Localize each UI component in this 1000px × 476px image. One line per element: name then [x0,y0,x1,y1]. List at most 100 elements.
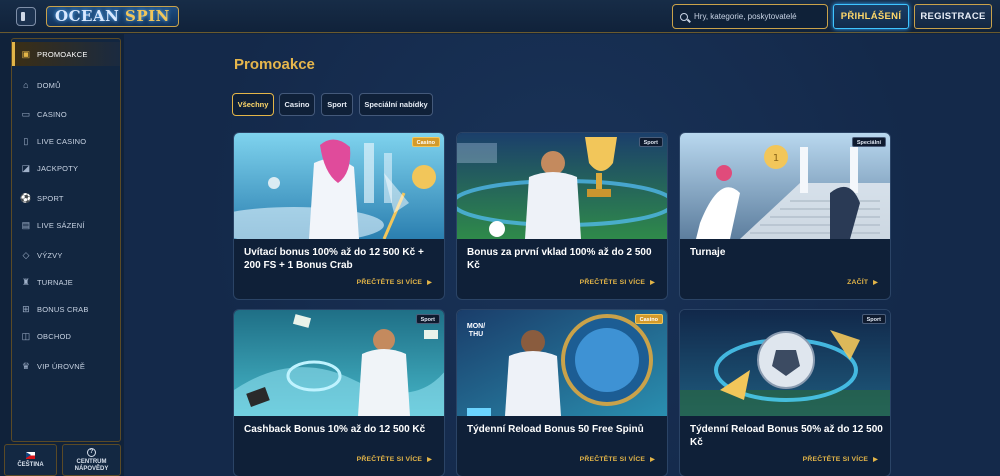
top-bar: OCEAN SPIN PŘIHLÁŠENÍ REGISTRACE [0,0,1000,33]
promo-image: 1 [680,133,890,239]
search-box[interactable] [672,4,828,29]
live-casino-icon: ▯ [23,136,29,146]
read-more-label: PŘEČTĚTE SI VÍCE [579,279,646,286]
promo-image [680,310,890,416]
read-more-link[interactable]: PŘEČTĚTE SI VÍCE ▶ [357,279,432,286]
promo-title: Bonus za první vklad 100% až do 2 500 Kč [467,247,652,271]
promo-image [234,310,444,416]
read-more-label: PŘEČTĚTE SI VÍCE [579,456,646,463]
promo-image [234,133,444,239]
promo-title: Cashback Bonus 10% až do 12 500 Kč [244,424,426,435]
arrow-right-icon: ▶ [650,280,655,286]
help-icon: ? [87,447,96,457]
casino-icon: ▭ [21,109,31,119]
arrow-right-icon: ▶ [427,280,432,286]
sidebar-item-casino[interactable]: ▭ CASINO [12,102,120,126]
read-more-label: PŘEČTĚTE SI VÍCE [356,456,423,463]
start-label: ZAČÍT [847,279,869,286]
mon-thu-badge: MON/ THU [466,323,486,338]
vip-icon: ♛ [21,361,31,371]
sidebar-item-label: DOMŮ [37,80,61,90]
sidebar-item-promoakce[interactable]: ▣ PROMOAKCE [12,42,120,66]
sidebar-item-sport[interactable]: ⚽ SPORT [12,186,120,210]
sidebar-item-label: TURNAJE [37,277,73,287]
sidebar-item-live-sazeni[interactable]: ▤ LIVE SÁZENÍ [12,213,120,237]
promo-image [457,133,667,239]
challenges-icon: ◇ [22,250,30,260]
live-betting-icon: ▤ [21,220,31,230]
help-label-1: CENTRUM [76,458,107,465]
crab-icon: ⊞ [22,304,30,314]
arrow-right-icon: ▶ [873,457,878,463]
help-center-button[interactable]: ? CENTRUM NÁPOVĚDY [62,444,121,476]
sidebar-item-label: SPORT [37,193,64,203]
language-label: ČEŠTINA [17,461,44,468]
sidebar-item-label: VÝZVY [37,250,63,260]
search-input[interactable] [694,12,824,21]
sidebar-item-label: VIP ÚROVNĚ [37,361,86,371]
sidebar-item-turnaje[interactable]: ♜ TURNAJE [12,270,120,294]
logo-text: OCEAN [55,7,120,25]
sidebar-item-label: OBCHOD [37,331,72,341]
promo-card-cashback[interactable]: Sport Cashback Bonus 10% až do 12 500 Kč… [233,309,445,476]
category-tag: Speciální [851,137,886,147]
category-tag: Casino [634,314,663,324]
logo-text-2: SPIN [125,7,170,25]
category-tag: Sport [861,314,886,324]
sidebar-item-label: LIVE SÁZENÍ [37,220,85,230]
promo-title: Týdenní Reload Bonus 50% až do 12 500 Kč [690,424,883,448]
filter-sport[interactable]: Sport [321,93,353,116]
svg-text:1: 1 [773,153,779,164]
promo-title: Týdenní Reload Bonus 50 Free Spinů [467,424,644,435]
login-button[interactable]: PŘIHLÁŠENÍ [833,4,909,29]
register-button[interactable]: REGISTRACE [914,4,992,29]
jackpot-icon: ◪ [21,163,31,173]
sidebar-frame [11,38,121,442]
category-tag: Sport [638,137,663,147]
shop-icon: ◫ [21,331,31,341]
start-link[interactable]: ZAČÍT ▶ [847,279,878,286]
sidebar-item-label: BONUS CRAB [37,304,89,314]
filter-casino[interactable]: Casino [279,93,315,116]
language-selector[interactable]: ČEŠTINA [4,444,57,476]
arrow-right-icon: ▶ [427,457,432,463]
read-more-label: PŘEČTĚTE SI VÍCE [802,456,869,463]
sidebar-item-bonus-crab[interactable]: ⊞ BONUS CRAB [12,297,120,321]
sidebar-item-obchod[interactable]: ◫ OBCHOD [12,324,120,348]
category-tag: Sport [415,314,440,324]
promo-card-weekly-reload-sport[interactable]: Sport Týdenní Reload Bonus 50% až do 12 … [679,309,891,476]
sidebar-item-label: CASINO [37,109,67,119]
category-tag: Casino [411,137,440,147]
read-more-link[interactable]: PŘEČTĚTE SI VÍCE ▶ [580,279,655,286]
filter-special-offers[interactable]: Speciální nabídky [359,93,433,116]
sidebar-item-vip[interactable]: ♛ VIP ÚROVNĚ [12,354,120,378]
home-icon: ⌂ [23,80,29,90]
read-more-link[interactable]: PŘEČTĚTE SI VÍCE ▶ [580,456,655,463]
promo-title: Uvítací bonus 100% až do 12 500 Kč + 200… [244,247,424,271]
filter-all[interactable]: Všechny [232,93,274,116]
page-title: Promoakce [234,56,315,73]
read-more-label: PŘEČTĚTE SI VÍCE [356,279,423,286]
tournament-icon: ♜ [21,277,31,287]
arrow-right-icon: ▶ [873,280,878,286]
logo[interactable]: OCEAN SPIN [46,6,179,27]
promo-title: Turnaje [690,247,726,258]
read-more-link[interactable]: PŘEČTĚTE SI VÍCE ▶ [803,456,878,463]
sidebar-item-vyzvy[interactable]: ◇ VÝZVY [12,243,120,267]
sidebar-item-jackpoty[interactable]: ◪ JACKPOTY [12,156,120,180]
promo-card-first-deposit-bonus[interactable]: Sport Bonus za první vklad 100% až do 2 … [456,132,668,300]
sidebar-item-label: LIVE CASINO [37,136,87,146]
promo-card-welcome-bonus[interactable]: Casino Uvítací bonus 100% až do 12 500 K… [233,132,445,300]
sidebar-item-live-casino[interactable]: ▯ LIVE CASINO [12,129,120,153]
help-label-2: NÁPOVĚDY [74,465,109,472]
sidebar-item-domu[interactable]: ⌂ DOMŮ [12,73,120,97]
arrow-right-icon: ▶ [650,457,655,463]
menu-toggle-icon[interactable] [16,7,36,26]
sidebar-item-label: PROMOAKCE [37,49,88,59]
czech-flag-icon [26,451,35,459]
read-more-link[interactable]: PŘEČTĚTE SI VÍCE ▶ [357,456,432,463]
search-icon [680,12,688,21]
sidebar-item-label: JACKPOTY [37,163,79,173]
sport-icon: ⚽ [20,193,32,203]
promo-card-tournaments[interactable]: 1 Speciální Turnaje ZAČÍT ▶ [679,132,891,300]
